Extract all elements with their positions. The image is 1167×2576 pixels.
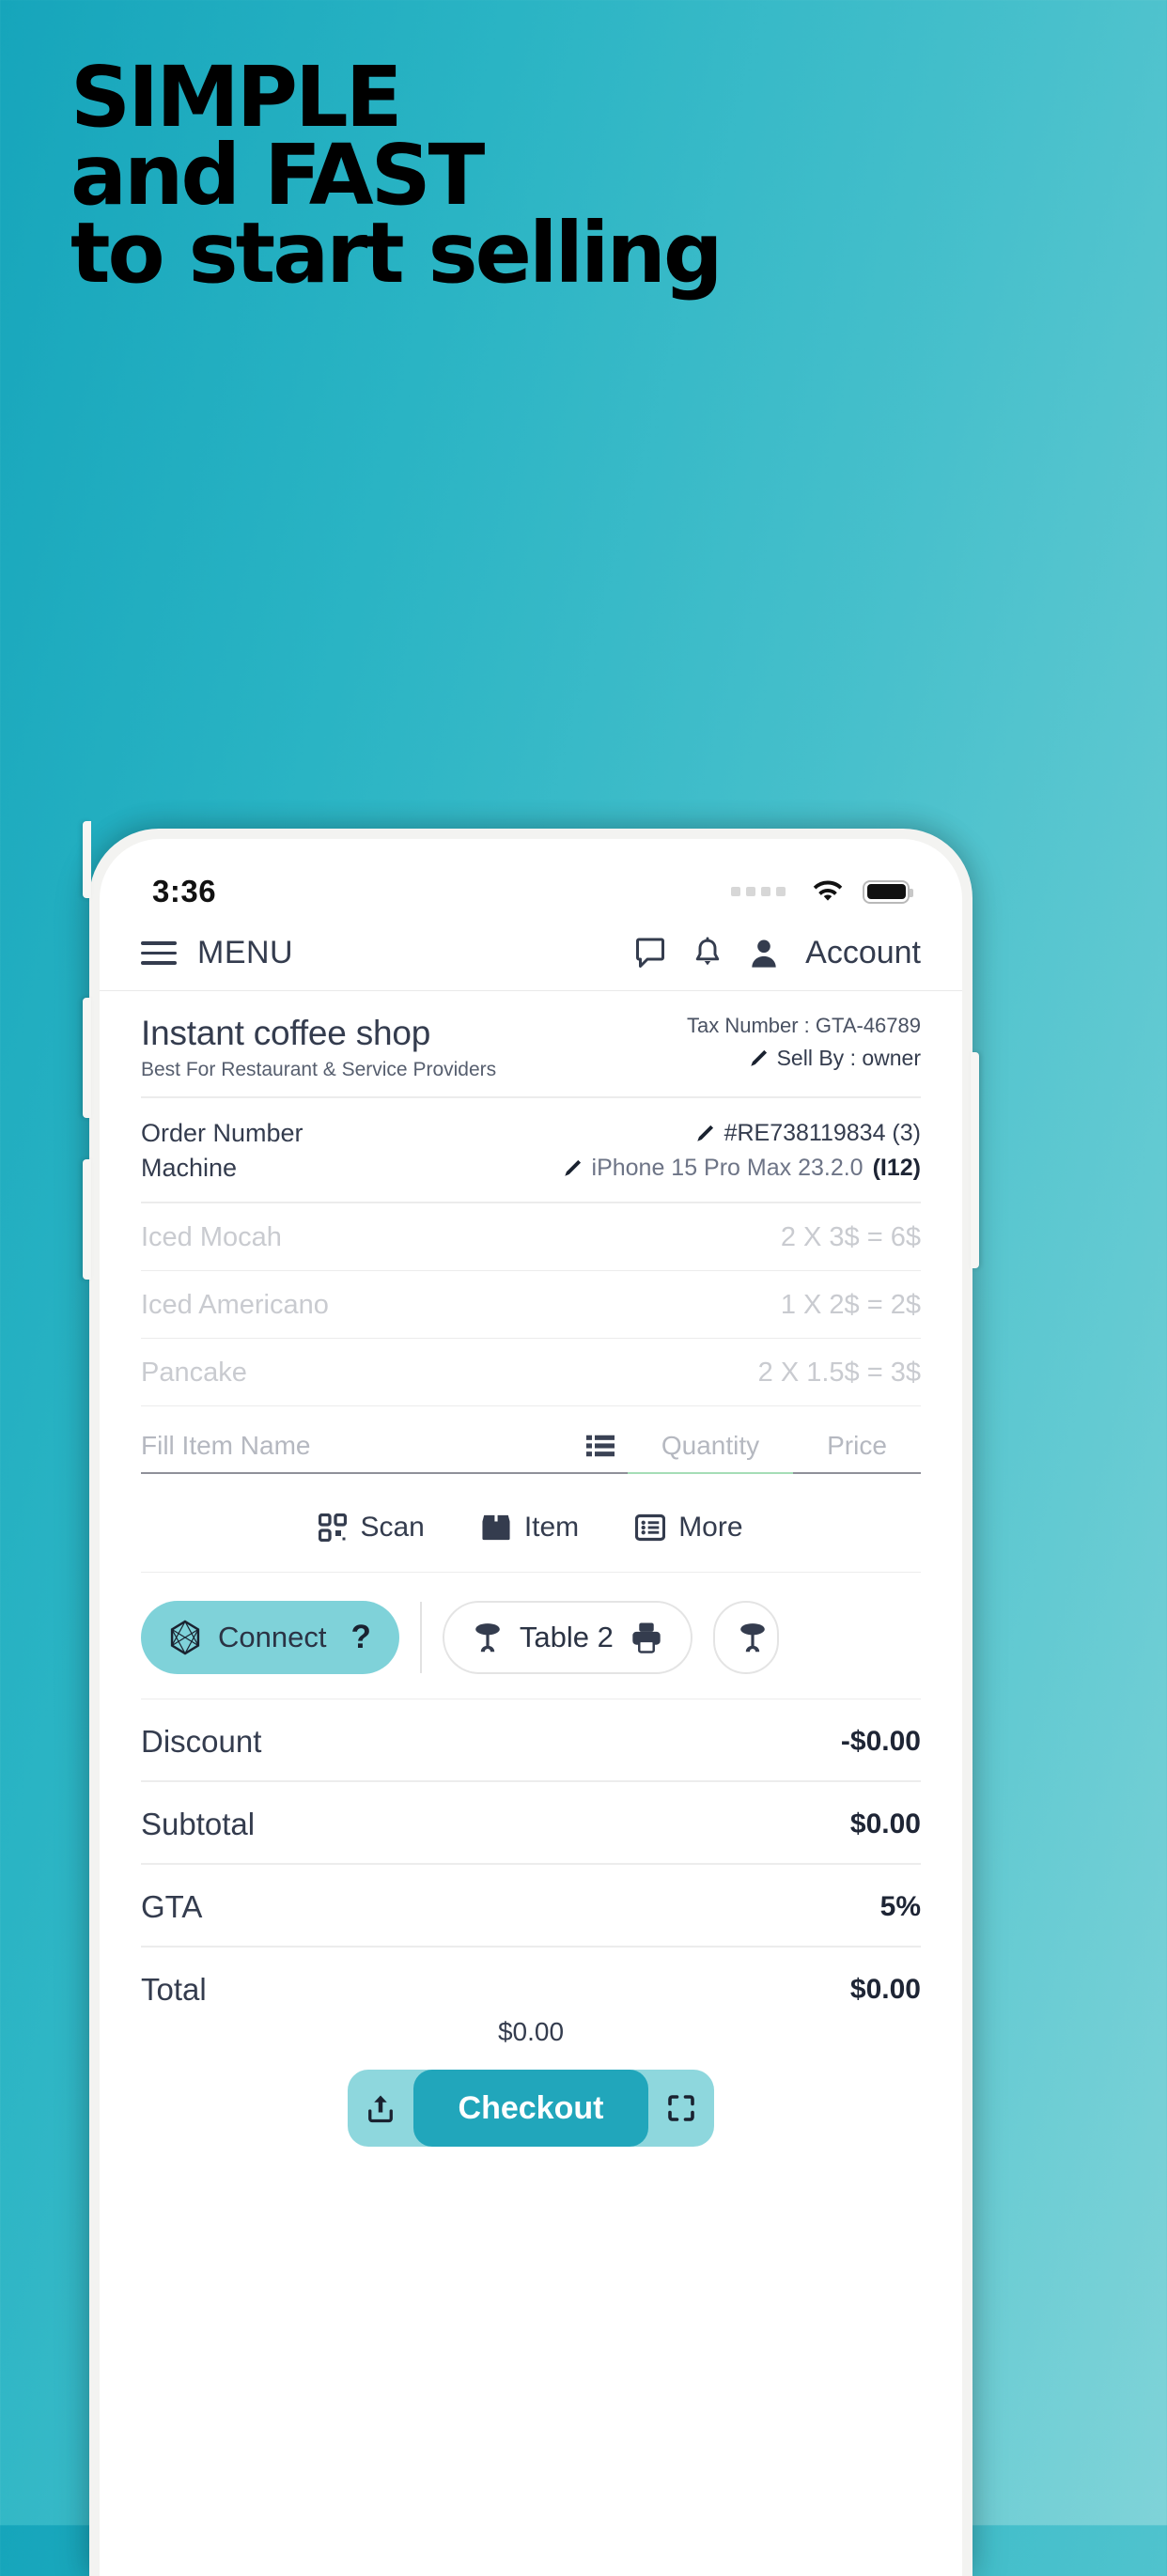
phone-mockup: 3:36 MENU Account Instant coffee shop Be…: [83, 821, 979, 2576]
checkout-bar: Checkout: [347, 2070, 715, 2147]
order-number-value-group: #RE738119834 (3): [694, 1120, 921, 1147]
table-icon: [738, 1621, 768, 1654]
pencil-icon: [748, 1048, 769, 1069]
help-question-icon[interactable]: ?: [350, 1619, 370, 1656]
line-item[interactable]: Iced Americano 1 X 2$ = 2$: [141, 1271, 921, 1339]
order-number-value: #RE738119834 (3): [724, 1120, 921, 1146]
table-chip-partial[interactable]: [712, 1601, 779, 1674]
gta-row[interactable]: GTA 5%: [141, 1865, 921, 1948]
signal-dots-icon: [731, 887, 786, 896]
gta-label: GTA: [141, 1889, 203, 1924]
qr-scan-icon: [319, 1513, 348, 1542]
hero-line-1: SIMPLE: [70, 48, 403, 146]
total-row: Total $0.00: [141, 1948, 921, 2011]
hexagon-network-icon: [169, 1620, 201, 1655]
phone-button-volume-down[interactable]: [83, 1159, 91, 1280]
item-button[interactable]: Item: [481, 1512, 579, 1544]
box-icon: [481, 1513, 511, 1542]
discount-label: Discount: [141, 1724, 262, 1759]
machine-value: iPhone 15 Pro Max 23.2.0: [591, 1155, 864, 1181]
phone-screen: 3:36 MENU Account Instant coffee shop Be…: [100, 839, 962, 2576]
tax-number: Tax Number : GTA-46789: [686, 1014, 921, 1037]
quick-actions: Scan Item More: [141, 1474, 921, 1573]
checkout-area: Checkout: [141, 2070, 921, 2184]
price-input[interactable]: Price: [793, 1431, 921, 1474]
menu-label[interactable]: MENU: [197, 935, 293, 971]
hamburger-icon[interactable]: [141, 941, 177, 965]
table-chip[interactable]: Table 2: [442, 1601, 692, 1674]
line-item-name: Iced Americano: [141, 1290, 329, 1320]
total-label: Total: [141, 1972, 207, 2007]
account-label[interactable]: Account: [805, 935, 921, 971]
list-icon[interactable]: [586, 1434, 615, 1458]
connect-chip[interactable]: Connect ?: [141, 1601, 399, 1674]
phone-button-silent[interactable]: [83, 821, 91, 898]
status-bar: 3:36: [100, 839, 962, 925]
line-item-detail: 2 X 1.5$ = 3$: [757, 1358, 921, 1388]
printer-icon[interactable]: [630, 1622, 662, 1653]
shop-name: Instant coffee shop: [141, 1014, 431, 1052]
discount-value: -$0.00: [840, 1726, 921, 1757]
line-item[interactable]: Iced Mocah 2 X 3$ = 6$: [141, 1203, 921, 1271]
quantity-input[interactable]: Quantity: [628, 1431, 793, 1474]
subtotal-row: Subtotal $0.00: [141, 1782, 921, 1865]
line-item[interactable]: Pancake 2 X 1.5$ = 3$: [141, 1339, 921, 1406]
line-item-name: Iced Mocah: [141, 1222, 282, 1252]
battery-icon: [863, 879, 913, 904]
chip-divider: [419, 1602, 422, 1673]
shop-subtitle: Best For Restaurant & Service Providers: [141, 1059, 497, 1080]
grand-total: $0.00: [497, 2017, 565, 2046]
pencil-icon[interactable]: [694, 1124, 715, 1144]
order-number-label: Order Number: [141, 1119, 303, 1147]
hero-line-3: to start selling: [70, 203, 724, 302]
line-item-name: Pancake: [141, 1358, 247, 1388]
share-upload-icon[interactable]: [348, 2070, 413, 2147]
item-entry-row: Fill Item Name Quantity Price: [141, 1406, 921, 1474]
sell-by-row[interactable]: Sell By : owner: [687, 1046, 921, 1071]
subtotal-value: $0.00: [849, 1808, 921, 1839]
chip-strip: Connect ? Table 2: [141, 1573, 921, 1699]
pencil-icon[interactable]: [562, 1158, 583, 1179]
machine-label: Machine: [141, 1154, 238, 1182]
list-box-icon: [635, 1513, 666, 1542]
hero-line-2: and FAST: [70, 125, 485, 224]
app-top-bar: MENU Account: [100, 925, 962, 991]
bell-icon[interactable]: [692, 937, 723, 970]
machine-value-group: iPhone 15 Pro Max 23.2.0 (I12): [562, 1155, 921, 1182]
chat-bubble-icon[interactable]: [634, 937, 666, 970]
sell-by-label: Sell By : owner: [776, 1046, 921, 1070]
connect-label: Connect: [218, 1621, 327, 1653]
person-icon[interactable]: [749, 938, 779, 970]
table-icon: [473, 1621, 503, 1654]
hero-headline: SIMPLE and FAST to start selling: [70, 48, 1095, 302]
gta-value: 5%: [879, 1891, 921, 1922]
checkout-button[interactable]: Checkout: [412, 2070, 649, 2147]
phone-button-power[interactable]: [971, 1052, 979, 1268]
wifi-icon: [810, 878, 846, 905]
item-name-placeholder: Fill Item Name: [141, 1431, 311, 1460]
machine-version: (I12): [872, 1155, 921, 1181]
item-name-input[interactable]: Fill Item Name: [141, 1431, 628, 1474]
fullscreen-icon[interactable]: [648, 2070, 714, 2147]
order-info-block: Order Number #RE738119834 (3) Machine iP…: [141, 1098, 921, 1203]
subtotal-label: Subtotal: [141, 1807, 256, 1841]
more-label: More: [678, 1512, 743, 1543]
line-item-detail: 1 X 2$ = 2$: [780, 1290, 921, 1320]
line-item-detail: 2 X 3$ = 6$: [780, 1222, 921, 1252]
scan-label: Scan: [360, 1512, 425, 1543]
phone-button-volume-up[interactable]: [83, 998, 91, 1118]
total-value: $0.00: [849, 1974, 921, 2005]
discount-row[interactable]: Discount -$0.00: [141, 1699, 921, 1782]
table-label: Table 2: [519, 1621, 614, 1653]
machine-row[interactable]: Machine iPhone 15 Pro Max 23.2.0 (I12): [141, 1154, 921, 1183]
scan-button[interactable]: Scan: [319, 1512, 425, 1544]
order-number-row[interactable]: Order Number #RE738119834 (3): [141, 1119, 921, 1148]
more-button[interactable]: More: [635, 1512, 743, 1544]
shop-header: Instant coffee shop Best For Restaurant …: [141, 991, 921, 1098]
status-clock: 3:36: [152, 874, 217, 908]
item-label: Item: [523, 1512, 580, 1543]
